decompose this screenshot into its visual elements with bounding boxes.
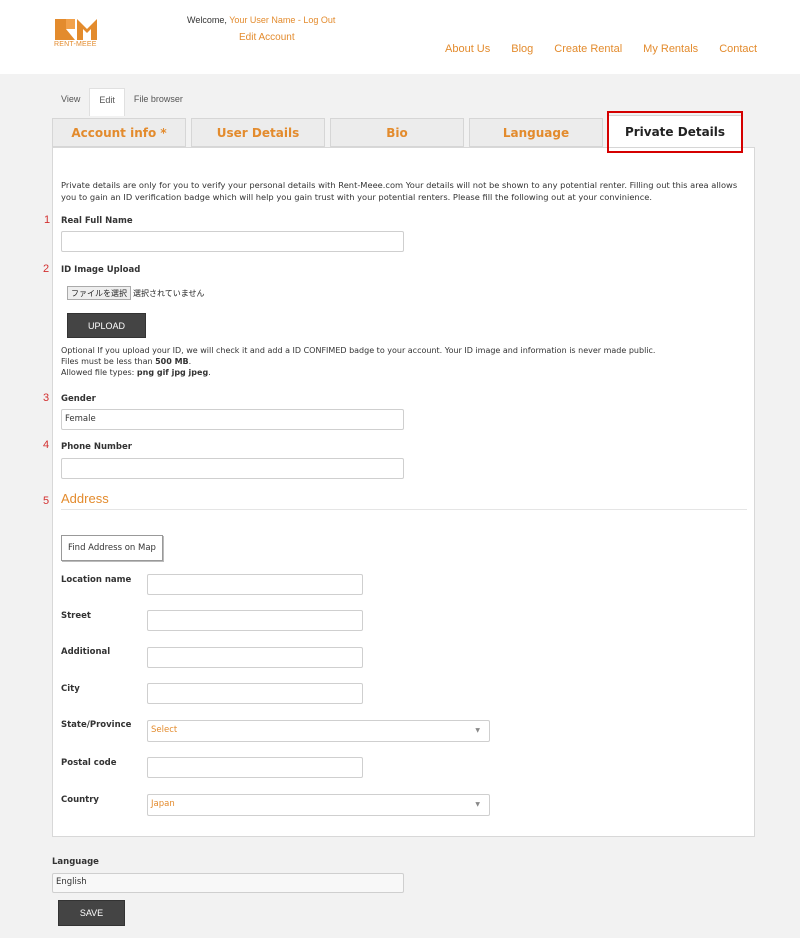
step-number-4: 4: [43, 439, 50, 451]
tab-file-browser[interactable]: File browser: [125, 88, 192, 116]
location-name-label: Location name: [61, 575, 132, 585]
upload-help-line: Optional If you upload your ID, we will …: [61, 346, 656, 355]
main-nav: About Us Blog Create Rental My Rentals C…: [445, 43, 757, 55]
chevron-down-icon: ▼: [475, 801, 480, 808]
local-tabs: View Edit File browser: [52, 88, 192, 116]
state-select[interactable]: Select ▼: [147, 720, 490, 742]
additional-label: Additional: [61, 647, 111, 657]
tab-language[interactable]: Language: [469, 118, 603, 147]
language-select[interactable]: English: [52, 873, 404, 893]
real-name-input[interactable]: [61, 231, 404, 252]
additional-input[interactable]: [147, 647, 363, 668]
size-prefix: Files must be less than: [61, 357, 156, 366]
nav-contact[interactable]: Contact: [719, 43, 757, 55]
logo-icon[interactable]: [55, 19, 97, 40]
phone-label: Phone Number: [61, 442, 132, 452]
postal-code-label: Postal code: [61, 758, 117, 768]
upload-button[interactable]: UPLOAD: [67, 313, 146, 338]
address-heading: Address: [61, 491, 109, 506]
tab-account-info[interactable]: Account info *: [52, 118, 186, 147]
upload-types-line: Allowed file types: png gif jpg jpeg.: [61, 367, 655, 378]
location-name-input[interactable]: [147, 574, 363, 595]
upload-size-line: Files must be less than 500 MB.: [61, 356, 655, 367]
types-value: png gif jpg jpeg: [136, 368, 209, 377]
gender-label: Gender: [61, 394, 96, 404]
city-label: City: [61, 684, 80, 694]
user-logout-link[interactable]: Your User Name - Log Out: [229, 15, 335, 25]
size-value: 500 MB: [155, 357, 189, 366]
state-label: State/Province: [61, 720, 132, 730]
edit-account-link[interactable]: Edit Account: [239, 32, 295, 43]
highlight-annotation: [607, 111, 743, 153]
chevron-down-icon: ▼: [475, 727, 480, 734]
choose-file-button[interactable]: ファイルを選択: [67, 286, 131, 300]
country-label: Country: [61, 795, 99, 805]
gender-input[interactable]: Female: [61, 409, 404, 430]
welcome-prefix: Welcome,: [187, 15, 230, 25]
id-image-label: ID Image Upload: [61, 265, 141, 275]
find-address-button[interactable]: Find Address on Map: [61, 535, 163, 561]
logo-text: RENT-MEEE: [54, 41, 97, 48]
city-input[interactable]: [147, 683, 363, 704]
nav-create-rental[interactable]: Create Rental: [554, 43, 622, 55]
step-number-3: 3: [43, 392, 50, 404]
no-file-text: 選択されていません: [133, 289, 205, 298]
step-number-5: 5: [43, 495, 50, 507]
address-divider: [61, 509, 747, 510]
nav-my-rentals[interactable]: My Rentals: [643, 43, 698, 55]
types-prefix: Allowed file types:: [61, 368, 137, 377]
upload-help: Optional If you upload your ID, we will …: [61, 345, 655, 378]
tab-user-details[interactable]: User Details: [191, 118, 325, 147]
country-select-value: Japan: [151, 799, 175, 809]
site-header: [0, 0, 800, 74]
tab-edit[interactable]: Edit: [89, 88, 125, 116]
state-select-value: Select: [151, 725, 178, 735]
country-select[interactable]: Japan ▼: [147, 794, 490, 816]
size-suffix: .: [188, 357, 192, 366]
step-number-2: 2: [43, 263, 50, 275]
intro-text: Private details are only for you to veri…: [61, 180, 738, 202]
real-name-label: Real Full Name: [61, 216, 133, 226]
street-label: Street: [61, 611, 91, 621]
welcome-line: Welcome, Your User Name - Log Out: [187, 15, 335, 25]
nav-blog[interactable]: Blog: [511, 43, 533, 55]
tab-bio[interactable]: Bio: [330, 118, 464, 147]
save-button[interactable]: SAVE: [58, 900, 125, 926]
phone-input[interactable]: [61, 458, 404, 479]
street-input[interactable]: [147, 610, 363, 631]
postal-code-input[interactable]: [147, 757, 363, 778]
tab-view[interactable]: View: [52, 88, 89, 116]
types-suffix: .: [208, 368, 211, 377]
step-number-1: 1: [44, 214, 51, 226]
language-label: Language: [52, 857, 99, 867]
nav-about-us[interactable]: About Us: [445, 43, 490, 55]
